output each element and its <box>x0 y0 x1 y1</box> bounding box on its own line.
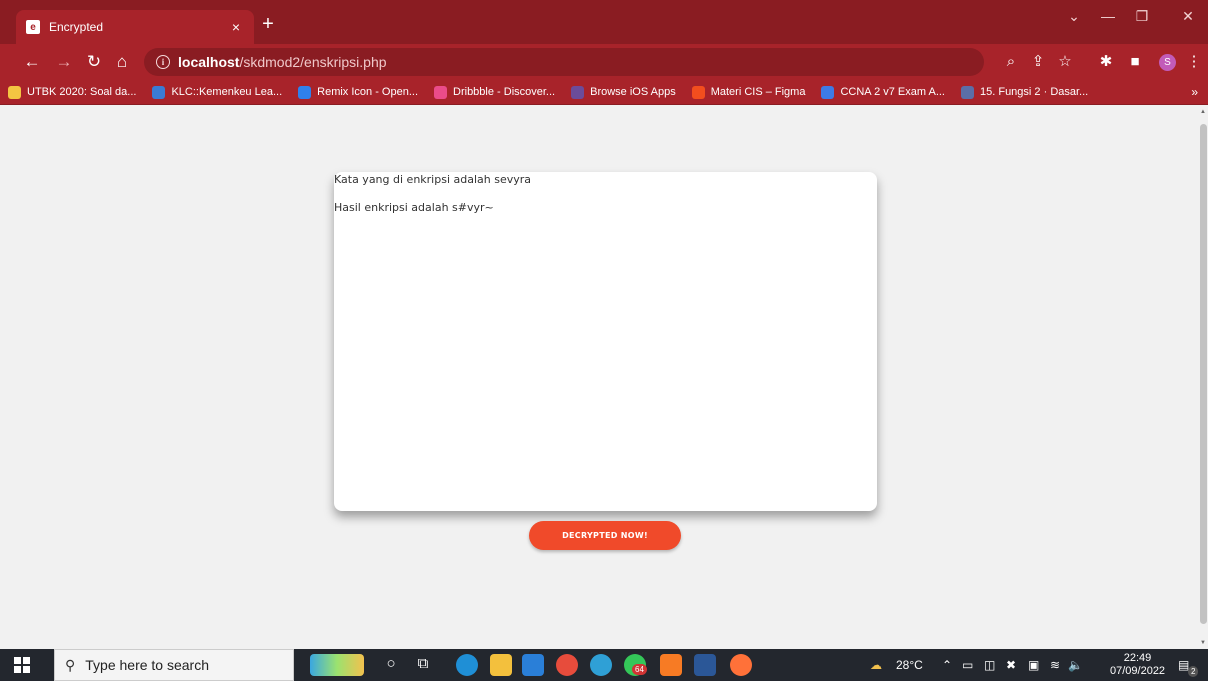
chrome-icon[interactable] <box>590 654 612 676</box>
browser-toolbar: ← → ↻ ⌂ i localhost /skdmod2/enskripsi.p… <box>0 44 1208 80</box>
forward-arrow-icon[interactable]: → <box>54 52 74 72</box>
restore-window-icon[interactable]: ❐ <box>1132 8 1152 25</box>
windows-taskbar: ⚲ Type here to search ○ ⧉ 64 ☁ 28°C ⌃ ▭ … <box>0 649 1208 681</box>
close-window-icon[interactable]: ✕ <box>1178 8 1198 25</box>
display-icon[interactable]: ▣ <box>1028 658 1039 672</box>
task-view-icon[interactable]: ⧉ <box>412 655 434 672</box>
clock-date: 07/09/2022 <box>1110 665 1166 677</box>
page-favicon-icon: e <box>26 20 40 34</box>
chrome-profile-icon[interactable] <box>556 654 578 676</box>
bookmark-favicon-icon <box>691 85 705 99</box>
xampp-icon[interactable] <box>660 654 682 676</box>
taskbar-clock[interactable]: 22:49 07/09/2022 <box>1110 652 1165 678</box>
page-scrollbar[interactable]: ▲ ▼ <box>1198 106 1208 649</box>
bookmark-favicon-icon <box>434 85 448 99</box>
taskbar-search-placeholder: Type here to search <box>85 657 210 673</box>
bookmark-favicon-icon <box>821 85 835 99</box>
bookmark-item[interactable]: Remix Icon - Open... <box>298 85 418 99</box>
search-icon: ⚲ <box>65 656 76 673</box>
bookmark-favicon-icon <box>8 85 21 99</box>
bookmark-item[interactable]: 15. Fungsi 2 · Dasar... <box>961 85 1088 99</box>
word-icon[interactable] <box>694 654 716 676</box>
edge-browser-icon[interactable] <box>456 654 478 676</box>
clock-time: 22:49 <box>1123 652 1152 664</box>
wifi-icon[interactable]: ≋ <box>1050 658 1060 672</box>
side-panel-icon[interactable]: ■ <box>1126 53 1144 71</box>
bookmark-item[interactable]: Materi CIS – Figma <box>691 85 805 99</box>
back-arrow-icon[interactable]: ← <box>22 52 42 72</box>
bookmark-favicon-icon <box>571 85 585 99</box>
browser-tab-strip: e Encrypted × + ⌄ — ❐ ✕ <box>0 0 1208 44</box>
weather-temperature[interactable]: 28°C <box>896 658 923 672</box>
address-bar[interactable]: i localhost /skdmod2/enskripsi.php <box>144 48 984 76</box>
profile-avatar[interactable]: S <box>1159 54 1176 71</box>
bookmark-item[interactable]: KLC::Kemenkeu Lea... <box>152 85 282 99</box>
result-card: Kata yang di enkripsi adalah sevyra Hasi… <box>334 172 877 511</box>
share-icon[interactable]: ⇪ <box>1029 53 1047 71</box>
battery-icon[interactable]: ▭ <box>962 658 973 672</box>
firefox-icon[interactable] <box>730 654 752 676</box>
bookmarks-bar: UTBK 2020: Soal da... KLC::Kemenkeu Lea.… <box>0 80 1208 105</box>
browser-tab-active[interactable]: e Encrypted × <box>16 10 254 44</box>
reload-icon[interactable]: ↻ <box>84 52 104 72</box>
device-icon[interactable]: ◫ <box>984 658 995 672</box>
address-host: localhost <box>178 54 240 70</box>
bookmark-favicon-icon <box>152 85 166 99</box>
bookmark-item[interactable]: Dribbble - Discover... <box>434 85 555 99</box>
windows-start-icon[interactable] <box>14 657 30 673</box>
meet-mute-icon[interactable]: ✖ <box>1006 658 1016 672</box>
page-viewport: Kata yang di enkripsi adalah sevyra Hasi… <box>0 106 1208 649</box>
volume-icon[interactable]: 🔈 <box>1068 658 1083 672</box>
encrypted-word-text: Kata yang di enkripsi adalah sevyra <box>334 173 532 186</box>
bookmark-item[interactable]: CCNA 2 v7 Exam A... <box>821 85 945 99</box>
cortana-icon[interactable]: ○ <box>380 655 402 672</box>
menu-kebab-icon[interactable]: ⋮ <box>1185 53 1203 71</box>
site-info-icon[interactable]: i <box>156 55 170 69</box>
decrypt-now-button[interactable]: DECRYPTED NOW! <box>529 521 681 550</box>
address-path: /skdmod2/enskripsi.php <box>239 54 387 70</box>
zoom-icon[interactable]: ⌕ <box>1002 53 1020 71</box>
encryption-result-text: Hasil enkripsi adalah s#vyr~ <box>334 201 494 214</box>
tab-title: Encrypted <box>49 20 104 34</box>
whatsapp-unread-badge: 64 <box>632 664 647 675</box>
tab-close-icon[interactable]: × <box>228 19 244 35</box>
notification-count-badge: 2 <box>1188 666 1199 677</box>
file-explorer-icon[interactable] <box>490 654 512 676</box>
bookmark-item[interactable]: UTBK 2020: Soal da... <box>8 85 136 99</box>
minimize-window-icon[interactable]: — <box>1098 8 1118 24</box>
bookmark-star-icon[interactable]: ☆ <box>1056 53 1074 71</box>
news-widget-icon[interactable] <box>310 654 364 676</box>
scroll-up-icon[interactable]: ▲ <box>1200 109 1206 115</box>
scroll-down-icon[interactable]: ▼ <box>1200 640 1206 646</box>
taskbar-search-box[interactable]: ⚲ Type here to search <box>54 649 294 681</box>
more-bookmarks-chevron-icon[interactable]: » <box>1191 85 1198 99</box>
weather-cloud-icon[interactable]: ☁ <box>870 658 882 672</box>
vscode-icon[interactable] <box>522 654 544 676</box>
scrollbar-thumb[interactable] <box>1200 124 1207 624</box>
tray-chevron-icon[interactable]: ⌃ <box>942 658 952 672</box>
bookmark-favicon-icon <box>961 85 974 99</box>
bookmark-favicon-icon <box>298 85 312 99</box>
new-tab-button[interactable]: + <box>258 14 278 34</box>
bookmark-item[interactable]: Browse iOS Apps <box>571 85 676 99</box>
extensions-puzzle-icon[interactable]: ✱ <box>1097 53 1115 71</box>
tab-search-chevron-icon[interactable]: ⌄ <box>1064 8 1084 25</box>
home-icon[interactable]: ⌂ <box>112 52 132 72</box>
